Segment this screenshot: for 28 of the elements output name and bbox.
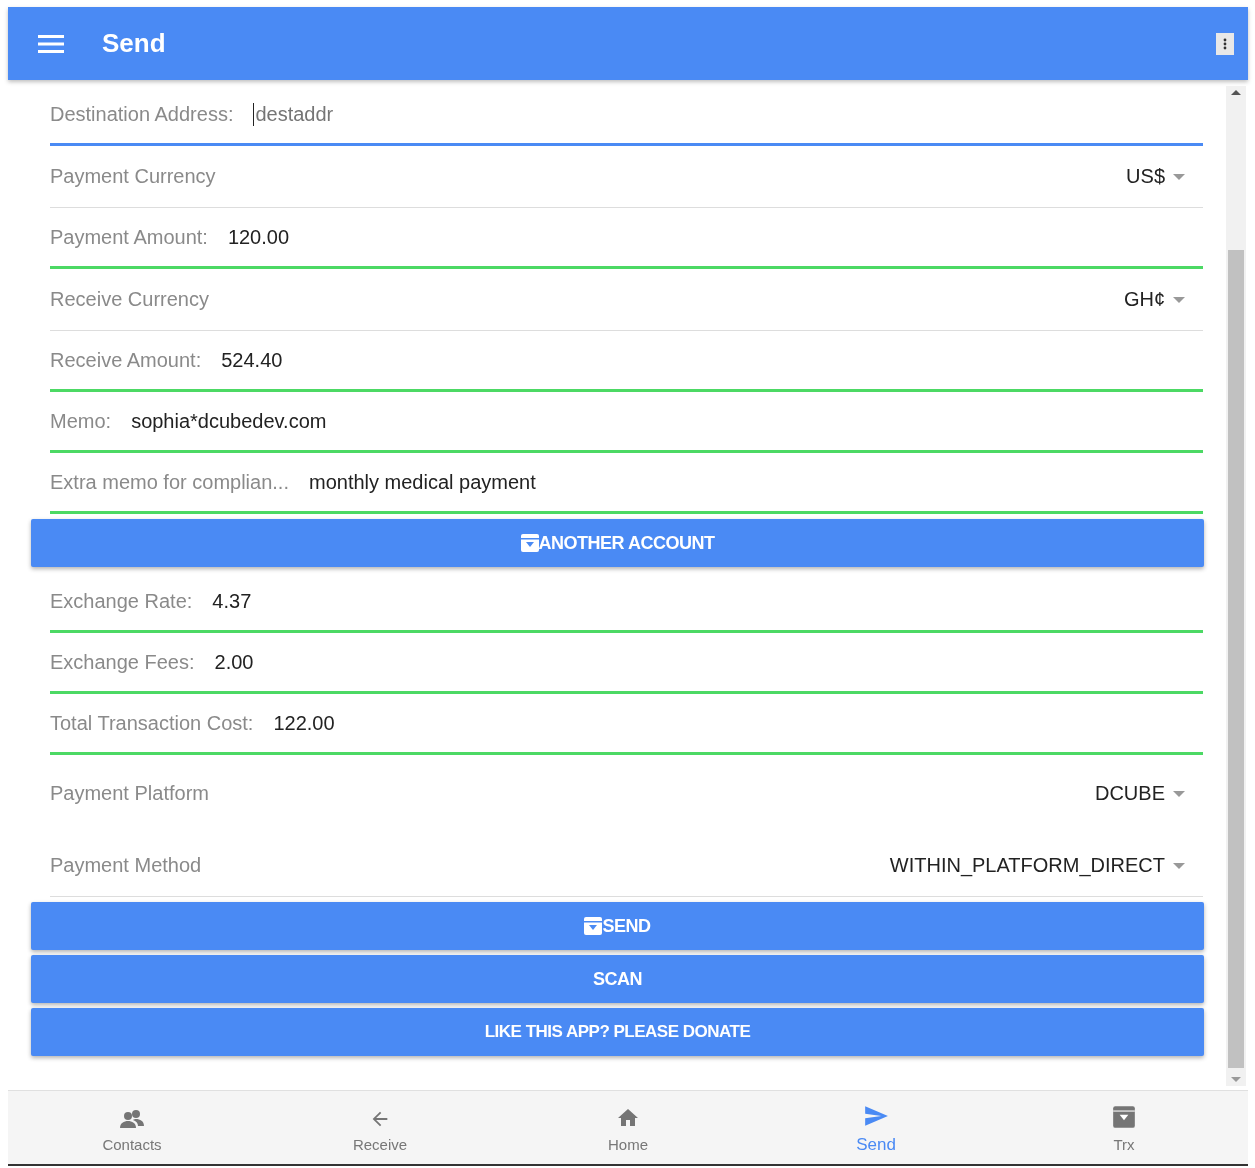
dropdown[interactable]: GH¢ bbox=[1123, 288, 1185, 311]
dropdown[interactable]: DCUBE bbox=[1095, 782, 1185, 805]
text-field[interactable]: Exchange Fees: 2.00 bbox=[50, 633, 1203, 694]
text-field[interactable]: Receive Amount: 524.40 bbox=[50, 331, 1203, 392]
scrollbar[interactable] bbox=[1226, 86, 1246, 1086]
text-field[interactable]: Exchange Rate: 4.37 bbox=[50, 572, 1203, 633]
menu-icon[interactable] bbox=[38, 33, 64, 54]
more-icon[interactable] bbox=[1216, 32, 1234, 55]
field-label: Payment Method bbox=[50, 854, 202, 877]
field-label: Payment Platform bbox=[50, 782, 209, 805]
text-field[interactable]: Payment Amount: 120.00 bbox=[50, 208, 1203, 269]
archive-icon bbox=[1111, 1104, 1137, 1130]
app-title: Send bbox=[102, 28, 166, 59]
field-label: Payment Currency bbox=[50, 165, 216, 188]
text-field[interactable]: Memo: sophia*dcubedev.com bbox=[50, 392, 1203, 453]
dropdown[interactable]: WITHIN_PLATFORM_DIRECT bbox=[889, 854, 1185, 877]
nav-tab[interactable]: Home bbox=[504, 1091, 752, 1164]
field-label: Receive Currency bbox=[50, 288, 209, 311]
dropdown[interactable]: US$ bbox=[1126, 165, 1185, 188]
archive-icon bbox=[520, 534, 539, 552]
nav-tab[interactable]: Trx bbox=[1000, 1091, 1248, 1164]
contacts-icon bbox=[119, 1108, 145, 1130]
text-field[interactable]: Total Transaction Cost: 122.00 bbox=[50, 694, 1203, 755]
text-field[interactable]: Destination Address: destaddr bbox=[50, 85, 1203, 146]
nav-tab[interactable]: Receive bbox=[256, 1091, 504, 1164]
text-field[interactable]: Extra memo for complian... monthly medical payment bbox=[50, 453, 1203, 514]
archive-icon bbox=[584, 917, 603, 935]
nav-tab[interactable]: Contacts bbox=[8, 1091, 256, 1164]
